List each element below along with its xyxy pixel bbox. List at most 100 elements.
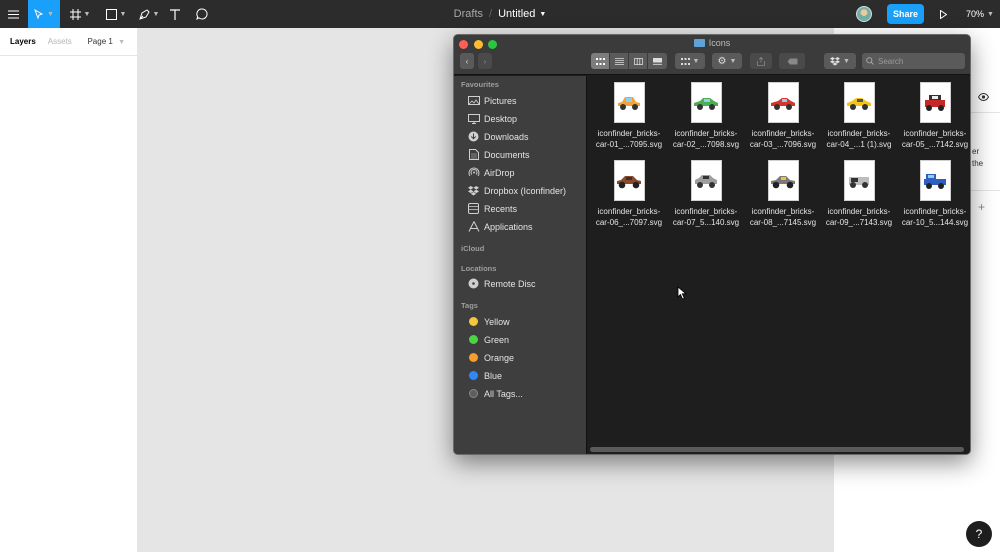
list-view-button[interactable]: [610, 53, 629, 69]
group-by-button[interactable]: ▼: [675, 53, 705, 69]
file-grid: iconfinder_bricks- car-01_...7095.svg ic…: [588, 76, 970, 454]
mouse-pointer-icon: [677, 286, 688, 305]
text-tool-button[interactable]: [166, 0, 184, 28]
dropbox-menu-button[interactable]: ▼: [824, 53, 856, 69]
chevron-down-icon[interactable]: ▼: [539, 11, 546, 18]
car-icon: [843, 82, 875, 123]
view-switcher: [591, 53, 667, 69]
sidebar-item-tag-orange[interactable]: Orange: [467, 350, 514, 365]
file-item[interactable]: iconfinder_bricks- car-06_...7097.svg: [591, 160, 667, 228]
file-item[interactable]: iconfinder_bricks- car-08_...7145.svg: [745, 160, 821, 228]
back-button[interactable]: ‹: [460, 53, 474, 69]
file-item[interactable]: iconfinder_bricks- car-01_...7095.svg: [591, 82, 667, 150]
search-icon: [866, 57, 874, 65]
file-name-line1: iconfinder_bricks-: [903, 129, 967, 138]
file-name-line1: iconfinder_bricks-: [674, 207, 738, 216]
file-item[interactable]: iconfinder_bricks- car-05_...7142.svg: [897, 82, 970, 150]
share-sheet-button[interactable]: [750, 53, 772, 69]
file-title[interactable]: Untitled: [498, 8, 535, 20]
chevron-down-icon: ▼: [729, 57, 737, 65]
file-item[interactable]: iconfinder_bricks- car-03_...7096.svg: [745, 82, 821, 150]
search-placeholder: Search: [878, 56, 904, 66]
tab-layers[interactable]: Layers: [10, 37, 36, 46]
chevron-left-icon: ‹: [465, 56, 469, 66]
breadcrumb-drafts[interactable]: Drafts: [454, 8, 483, 20]
icon-view-button[interactable]: [591, 53, 610, 69]
file-name-line2: car-06_...7097.svg: [595, 218, 663, 227]
window-title: Icons: [454, 38, 970, 48]
rectangle-icon: [105, 8, 117, 20]
gallery-view-button[interactable]: [648, 53, 667, 69]
chevron-down-icon: ▼: [83, 10, 91, 18]
section-icloud: iCloud: [461, 244, 485, 253]
sidebar-item-label: Orange: [484, 352, 515, 363]
file-name-line1: iconfinder_bricks-: [674, 129, 738, 138]
finder-sidebar: Favourites Pictures Desktop Downloads Do…: [454, 76, 587, 454]
zoom-dropdown[interactable]: 70% ▼: [966, 0, 994, 28]
shape-tool-button[interactable]: ▼: [100, 0, 132, 28]
help-button[interactable]: ?: [966, 521, 992, 547]
horizontal-scrollbar[interactable]: [590, 447, 964, 452]
documents-icon: [467, 149, 480, 160]
tags-button[interactable]: [779, 53, 805, 69]
file-item[interactable]: iconfinder_bricks- car-07_5...140.svg: [668, 160, 744, 228]
column-view-button[interactable]: [629, 53, 648, 69]
sidebar-item-tag-blue[interactable]: Blue: [467, 368, 502, 383]
tab-assets[interactable]: Assets: [48, 37, 72, 46]
chevron-down-icon: ▼: [47, 10, 54, 18]
car-icon: [919, 160, 951, 201]
file-item[interactable]: iconfinder_bricks- car-10_5...144.svg: [897, 160, 970, 228]
sidebar-item-recents[interactable]: Recents: [467, 201, 517, 216]
file-name-line2: car-05_...7142.svg: [901, 140, 969, 149]
frame-icon: [69, 8, 81, 20]
share-button[interactable]: Share: [887, 4, 924, 24]
zoom-level: 70%: [966, 9, 985, 19]
file-name-line1: iconfinder_bricks-: [827, 207, 891, 216]
action-menu-button[interactable]: ⚙ ▼: [712, 53, 742, 69]
sidebar-item-pictures[interactable]: Pictures: [467, 93, 517, 108]
main-menu-button[interactable]: [0, 0, 26, 28]
panel-text: er the: [972, 146, 983, 170]
pen-tool-button[interactable]: ▼: [134, 0, 164, 28]
page-selector[interactable]: Page 1 ▼: [87, 37, 125, 46]
file-name-line1: iconfinder_bricks-: [827, 129, 891, 138]
file-name-line1: iconfinder_bricks-: [751, 129, 815, 138]
hamburger-icon: [7, 10, 19, 18]
sidebar-item-label: Green: [484, 334, 510, 345]
text-icon: [170, 8, 180, 20]
sidebar-item-documents[interactable]: Documents: [467, 147, 530, 162]
share-icon: [757, 56, 765, 66]
sidebar-item-dropbox[interactable]: Dropbox (Iconfinder): [467, 183, 566, 198]
avatar[interactable]: [856, 6, 872, 22]
file-item[interactable]: iconfinder_bricks- car-02_...7098.svg: [668, 82, 744, 150]
sidebar-item-label: Downloads: [484, 131, 529, 142]
move-tool-button[interactable]: ▼: [28, 0, 60, 28]
sidebar-item-airdrop[interactable]: AirDrop: [467, 165, 515, 180]
sidebar-item-desktop[interactable]: Desktop: [467, 111, 517, 126]
sidebar-item-applications[interactable]: Applications: [467, 219, 533, 234]
play-icon: [939, 9, 947, 19]
sidebar-item-remote-disc[interactable]: Remote Disc: [467, 276, 536, 291]
comment-tool-button[interactable]: [192, 0, 212, 28]
eye-icon[interactable]: [977, 88, 990, 106]
downloads-icon: [467, 131, 480, 142]
present-button[interactable]: [936, 0, 950, 28]
car-icon: [613, 160, 645, 201]
sidebar-item-tag-yellow[interactable]: Yellow: [467, 314, 510, 329]
sidebar-item-all-tags[interactable]: All Tags...: [467, 386, 523, 401]
sidebar-item-label: Desktop: [484, 113, 518, 124]
car-icon: [767, 82, 799, 123]
frame-tool-button[interactable]: ▼: [64, 0, 96, 28]
file-item[interactable]: iconfinder_bricks- car-09_...7143.svg: [821, 160, 897, 228]
sidebar-item-label: Pictures: [484, 95, 517, 106]
gallery-icon: [653, 57, 662, 65]
sidebar-item-tag-green[interactable]: Green: [467, 332, 509, 347]
search-input[interactable]: Search: [862, 53, 965, 69]
plus-icon[interactable]: +: [978, 200, 985, 214]
file-item[interactable]: iconfinder_bricks- car-04_...1 (1).svg: [821, 82, 897, 150]
sidebar-item-downloads[interactable]: Downloads: [467, 129, 529, 144]
grid-icon: [680, 57, 690, 65]
tag-dot-icon: [469, 353, 478, 362]
forward-button[interactable]: ›: [478, 53, 492, 69]
file-name-line2: car-03_...7096.svg: [749, 140, 817, 149]
